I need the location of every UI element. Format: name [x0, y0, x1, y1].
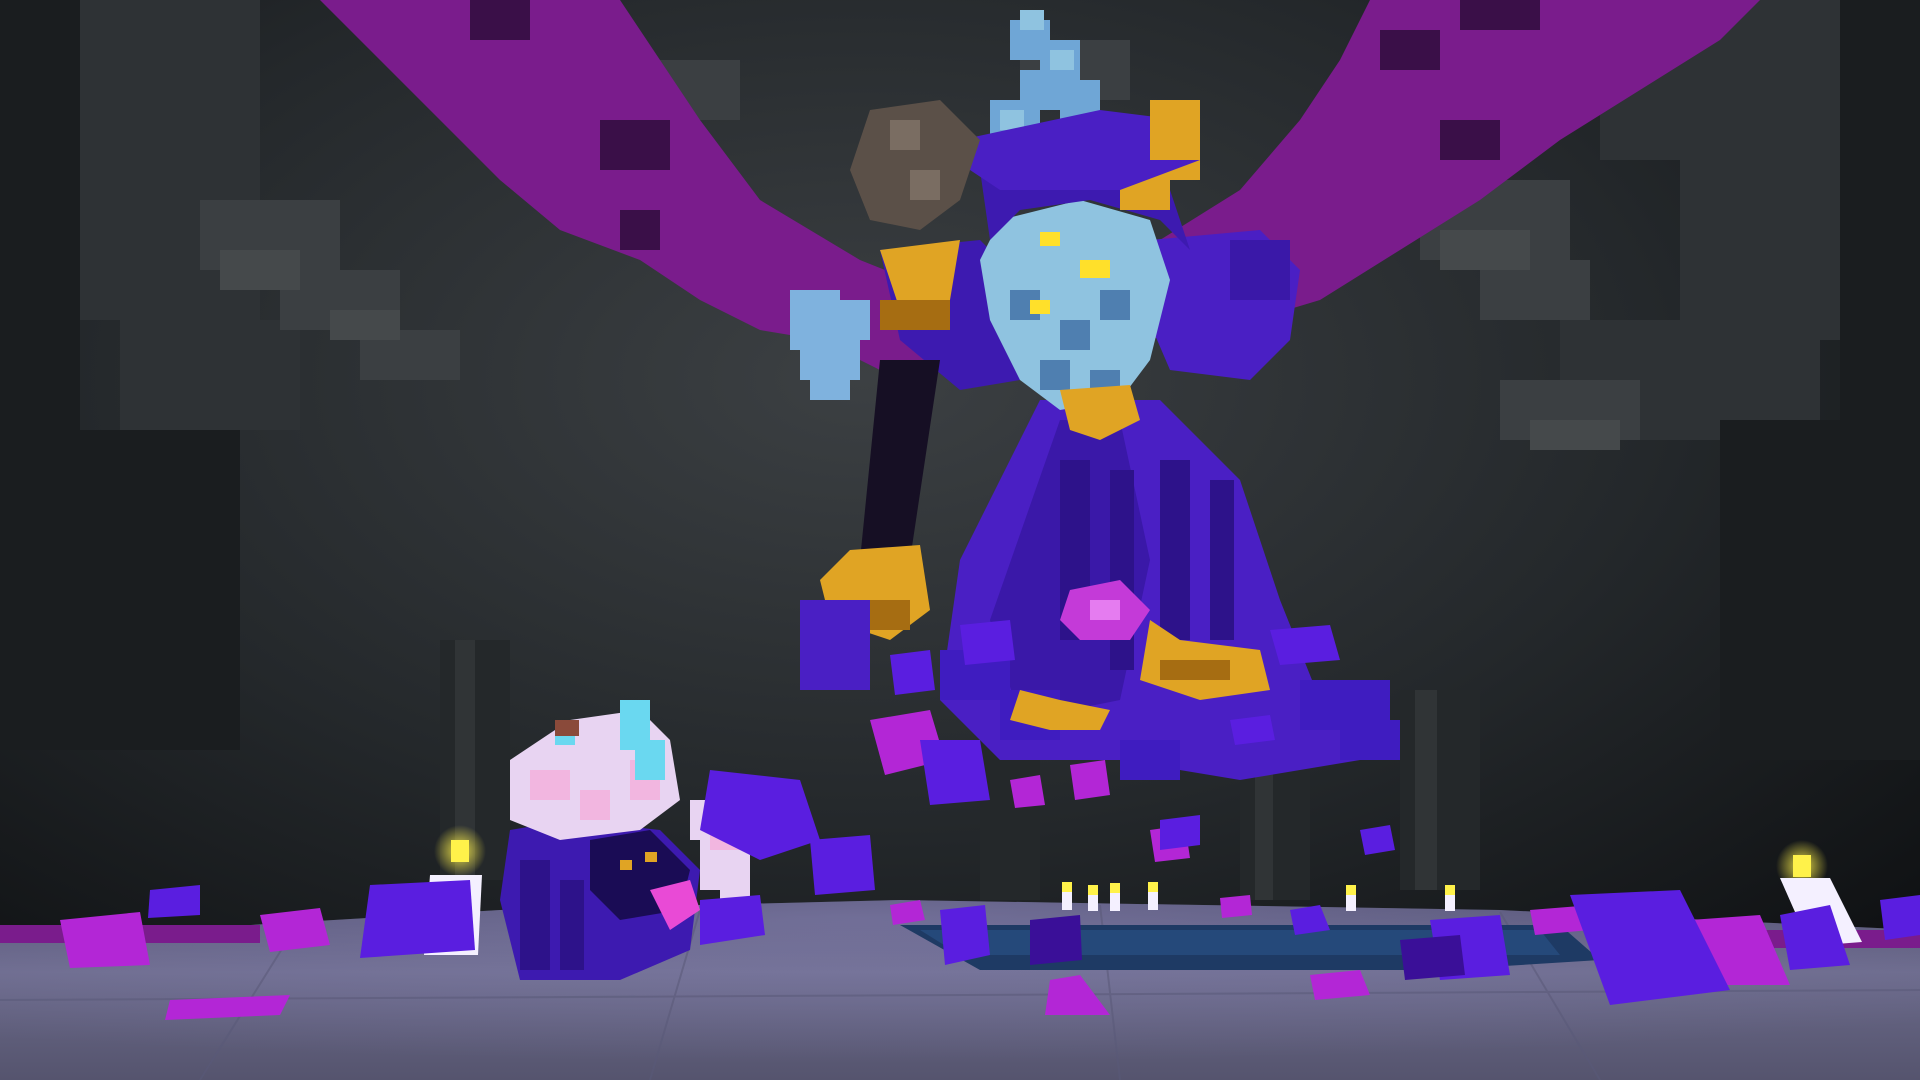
- scene-canvas: [0, 0, 1920, 1080]
- game-viewport: [0, 0, 1920, 1080]
